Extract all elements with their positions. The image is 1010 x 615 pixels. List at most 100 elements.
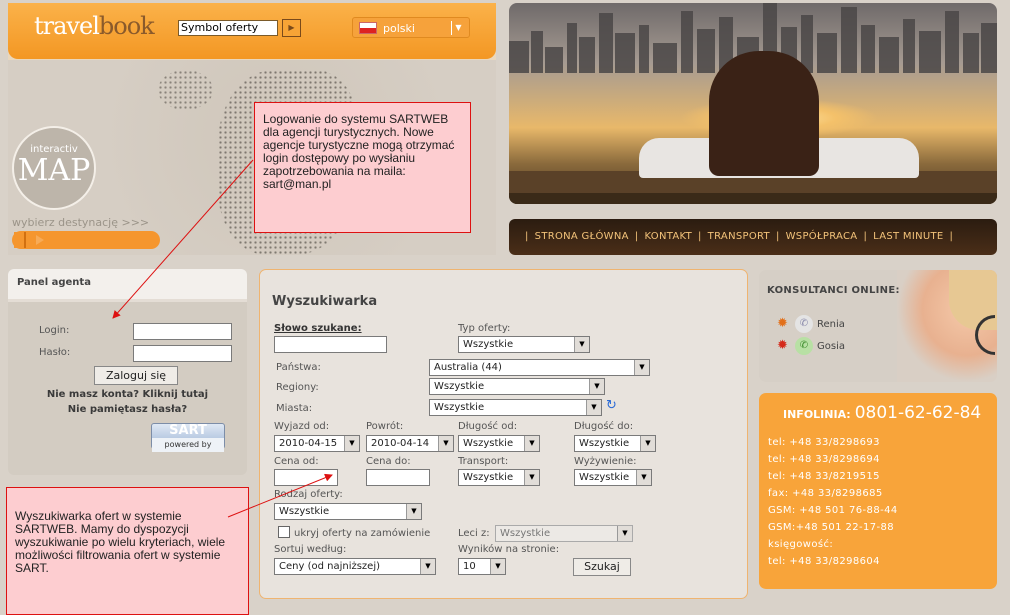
flights-from-select[interactable]: Wszystkie ▼: [495, 525, 633, 542]
nav-item-transport[interactable]: TRANSPORT: [702, 231, 776, 242]
chevron-down-icon: ▼: [589, 379, 604, 394]
chevron-down-icon[interactable]: ▼: [451, 21, 465, 35]
cities-value: Wszystkie: [434, 402, 485, 413]
length-from-select[interactable]: Wszystkie ▼: [458, 435, 540, 452]
contact-line: GSM: +48 501 76-88-44: [768, 505, 898, 516]
play-arrow-icon: [36, 235, 44, 245]
login-input[interactable]: [133, 323, 232, 340]
chevron-down-icon: ▼: [634, 360, 649, 375]
forgot-password-link[interactable]: Nie pamiętasz hasła?: [8, 404, 247, 415]
nav-item-last-minute[interactable]: LAST MINUTE: [867, 231, 949, 242]
map-britain-dots: [158, 70, 213, 110]
language-label: polski: [383, 22, 415, 35]
skype-status-icon[interactable]: ✆: [795, 315, 813, 333]
length-to-label: Długość do:: [574, 421, 634, 432]
contact-line: tel: +48 33/8219515: [768, 471, 880, 482]
chevron-down-icon: ▼: [586, 400, 601, 415]
sort-select[interactable]: Ceny (od najniższej) ▼: [274, 558, 436, 575]
consultants-online-panel: KONSULTANCI ONLINE: ✹ ✆ Renia ✹ ✆ Gosia: [759, 270, 997, 382]
login-button[interactable]: Zaloguj się: [94, 366, 178, 385]
offer-type-select[interactable]: Wszystkie ▼: [458, 336, 590, 353]
keyword-label: Słowo szukane:: [274, 323, 362, 334]
offer-symbol-input[interactable]: Symbol oferty: [178, 20, 278, 36]
destination-slider[interactable]: [12, 231, 160, 249]
hide-on-request-checkbox[interactable]: [278, 526, 290, 538]
play-arrow-icon[interactable]: ▶: [282, 19, 301, 37]
cities-select[interactable]: Wszystkie ▼: [429, 399, 602, 416]
per-page-select[interactable]: 10 ▼: [458, 558, 506, 575]
keyword-input[interactable]: [274, 336, 387, 353]
sun-icon: ✹: [777, 338, 788, 353]
sort-label: Sortuj według:: [274, 544, 347, 555]
password-input[interactable]: [133, 345, 232, 362]
length-to-select[interactable]: Wszystkie ▼: [574, 435, 656, 452]
consultant-name: Gosia: [817, 341, 845, 352]
return-value: 2010-04-14: [371, 438, 430, 449]
sart-logo-text: SART: [169, 423, 207, 438]
nav-item-cooperation[interactable]: WSPÓŁPRACA: [780, 231, 864, 242]
contact-line: księgowość:: [768, 539, 834, 550]
regions-value: Wszystkie: [434, 381, 485, 392]
language-select[interactable]: polski ▼: [352, 17, 470, 38]
chevron-down-icon: ▼: [636, 470, 651, 485]
slider-knob[interactable]: [14, 232, 26, 248]
offer-type-label: Typ oferty:: [458, 323, 511, 334]
nav-item-contact[interactable]: KONTAKT: [638, 231, 698, 242]
price-from-input[interactable]: [274, 469, 338, 486]
hotline-label: INFOLINIA:: [783, 408, 851, 421]
length-to-value: Wszystkie: [579, 438, 630, 449]
offer-type-value: Wszystkie: [463, 339, 514, 350]
contact-line: tel: +48 33/8298693: [768, 437, 880, 448]
password-label: Hasło:: [39, 347, 71, 358]
per-page-label: Wyników na stronie:: [458, 544, 560, 555]
contact-line: tel: +48 33/8298694: [768, 454, 880, 465]
register-link[interactable]: Nie masz konta? Kliknij tutaj: [8, 389, 247, 400]
sart-powered-text: powered by: [152, 438, 224, 452]
agent-panel: Panel agenta Login: Hasło: Zaloguj się N…: [8, 269, 247, 475]
sun-icon: ✹: [777, 316, 788, 331]
reload-icon[interactable]: ↻: [606, 398, 617, 413]
chevron-down-icon: ▼: [406, 504, 421, 519]
search-button[interactable]: Szukaj: [573, 558, 631, 576]
chevron-down-icon: ▼: [420, 559, 435, 574]
chevron-down-icon: ▼: [524, 470, 539, 485]
return-date-select[interactable]: 2010-04-14 ▼: [366, 435, 454, 452]
consultant-row[interactable]: ✹ ✆ Renia: [777, 315, 845, 333]
hotline-number[interactable]: 0801-62-62-84: [855, 403, 982, 423]
offer-kind-select[interactable]: Wszystkie ▼: [274, 503, 422, 520]
transport-select[interactable]: Wszystkie ▼: [458, 469, 540, 486]
poland-flag-icon: [359, 22, 377, 34]
per-page-value: 10: [463, 561, 476, 572]
consultant-name: Renia: [817, 319, 845, 330]
nav-item-home[interactable]: STRONA GŁÓWNA: [529, 231, 635, 242]
cities-label: Miasta:: [276, 403, 313, 414]
contact-line: GSM:+48 501 22-17-88: [768, 522, 895, 533]
flights-from-value: Wszystkie: [500, 528, 551, 539]
departure-value: 2010-04-15: [279, 438, 338, 449]
board-select[interactable]: Wszystkie ▼: [574, 469, 652, 486]
countries-label: Państwa:: [276, 362, 321, 373]
search-annotation: Wyszukiwarka ofert w systemie SARTWEB. M…: [6, 487, 249, 615]
travelbook-logo[interactable]: travelbook: [34, 12, 155, 40]
offer-kind-label: Rodzaj oferty:: [274, 489, 343, 500]
hero-image: [509, 3, 997, 204]
consultant-row[interactable]: ✹ ✆ Gosia: [777, 337, 845, 355]
contact-line: fax: +48 33/8298685: [768, 488, 883, 499]
hotline-panel: INFOLINIA: 0801-62-62-84 tel: +48 33/8298…: [759, 393, 997, 589]
regions-select[interactable]: Wszystkie ▼: [429, 378, 605, 395]
chevron-down-icon: ▼: [640, 436, 655, 451]
departure-label: Wyjazd od:: [274, 421, 330, 432]
search-form: Wyszukiwarka Słowo szukane: Typ oferty: …: [259, 269, 748, 599]
price-to-input[interactable]: [366, 469, 430, 486]
sart-logo[interactable]: SART powered by: [151, 423, 225, 452]
interactiv-map-logo[interactable]: interactiv MAP: [12, 126, 96, 210]
departure-date-select[interactable]: 2010-04-15 ▼: [274, 435, 360, 452]
skype-status-icon[interactable]: ✆: [795, 337, 813, 355]
person-hair: [709, 51, 819, 176]
chevron-down-icon: ▼: [438, 436, 453, 451]
agent-panel-tab: Panel agenta: [8, 269, 247, 302]
main-navigation: | STRONA GŁÓWNA | KONTAKT | TRANSPORT | …: [509, 219, 997, 255]
countries-select[interactable]: Australia (44) ▼: [429, 359, 650, 376]
chevron-down-icon: ▼: [524, 436, 539, 451]
length-from-label: Długość od:: [458, 421, 518, 432]
